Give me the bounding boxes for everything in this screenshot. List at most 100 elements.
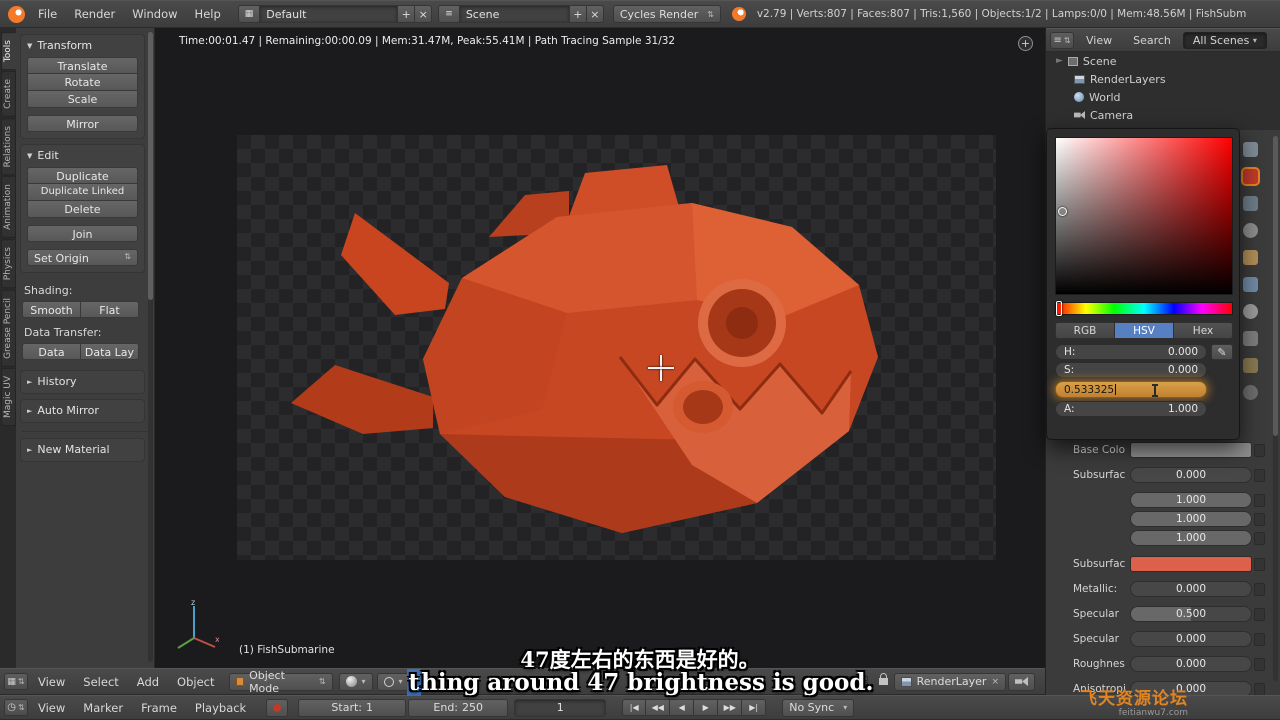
current-frame-field[interactable]: 1 [514,698,607,717]
properties-tab-render-icon[interactable] [1243,142,1258,157]
tab-relations[interactable]: Relations [1,118,16,176]
auto-keyframe-button[interactable] [266,698,289,717]
properties-tab-object-icon[interactable] [1243,250,1258,265]
fish-submarine-model[interactable] [237,135,996,560]
decorator-button[interactable] [1254,532,1265,545]
tab-tools[interactable]: Tools [1,32,16,71]
properties-tab-physics-icon[interactable] [1243,358,1258,373]
menu-frame[interactable]: Frame [133,696,185,719]
radius-y-slider[interactable]: 1.000 [1130,511,1252,527]
menu-playback[interactable]: Playback [187,696,254,719]
eyedropper-button[interactable]: ✎ [1211,344,1233,360]
menu-help[interactable]: Help [187,1,229,27]
scrollbar-thumb[interactable] [148,32,153,300]
properties-scrollbar[interactable] [1273,136,1278,681]
properties-tab-world-icon[interactable] [1243,223,1258,238]
set-origin-dropdown[interactable]: Set Origin ⇅ [27,249,138,266]
hue-slider[interactable]: H: 0.000 [1055,344,1207,360]
jump-to-end-button[interactable]: ▶| [742,698,767,716]
duplicate-linked-button[interactable]: Duplicate Linked [27,184,138,201]
properties-tab-constraints-icon[interactable] [1243,385,1258,400]
rotate-button[interactable]: Rotate [27,74,138,91]
play-button[interactable]: ▶ [694,698,719,716]
scene-name[interactable]: Scene [459,5,570,23]
subsurface-color-swatch[interactable] [1130,556,1252,572]
frame-start-field[interactable]: Start: 1 [298,698,407,717]
3d-viewport[interactable]: Time:00:01.47 | Remaining:00:00.09 | Mem… [155,28,1045,668]
add-layout-button[interactable]: + [398,5,416,23]
delete-button[interactable]: Delete [27,201,138,218]
menu-file[interactable]: File [30,1,65,27]
color-cursor-icon[interactable] [1058,206,1067,216]
data-transfer-layout-button[interactable]: Data Lay [81,343,139,360]
alpha-slider[interactable]: A: 1.000 [1055,401,1207,417]
auto-mirror-panel-header[interactable]: ► Auto Mirror [21,400,144,420]
tab-create[interactable]: Create [1,71,16,118]
radius-z-slider[interactable]: 1.000 [1130,530,1252,546]
decorator-button[interactable] [1254,558,1265,571]
menu-marker[interactable]: Marker [75,696,131,719]
decorator-button[interactable] [1254,513,1265,526]
decorator-button[interactable] [1254,583,1265,596]
play-reverse-button[interactable]: ◀ [670,698,695,716]
join-button[interactable]: Join [27,225,138,242]
menu-view[interactable]: View [30,696,73,719]
properties-tab-material-icon[interactable] [1243,169,1258,184]
specular-slider[interactable]: 0.500 [1130,606,1252,622]
saturation-value-square[interactable] [1055,137,1233,295]
timeline-editor-icon[interactable]: ◷ ⇅ [4,699,28,716]
hue-bar[interactable] [1055,301,1233,316]
edit-panel-header[interactable]: ▼ Edit [21,145,144,165]
properties-tab-particles-icon[interactable] [1243,331,1258,346]
tab-magic-uv[interactable]: Magic UV [1,367,16,426]
scrollbar-thumb[interactable] [1273,136,1278,436]
decorator-button[interactable] [1254,494,1265,507]
properties-region-expand-icon[interactable]: + [1018,36,1033,51]
data-transfer-data-button[interactable]: Data [22,343,81,360]
menu-window[interactable]: Window [124,1,185,27]
screen-layout-name[interactable]: Default [260,5,399,23]
sync-mode-select[interactable]: No Sync ▾ [782,698,855,717]
tab-rgb[interactable]: RGB [1055,322,1115,339]
next-keyframe-button[interactable]: ▶▶ [718,698,743,716]
subsurface-slider[interactable]: 0.000 [1130,467,1252,483]
outliner-row-renderlayers[interactable]: RenderLayers [1046,70,1280,88]
outliner-row-camera[interactable]: Camera [1046,106,1280,124]
menu-render[interactable]: Render [66,1,123,27]
mirror-button[interactable]: Mirror [27,115,138,132]
tab-hsv[interactable]: HSV [1115,322,1174,339]
outliner-editor-icon[interactable]: ≡ ⇅ [1050,31,1074,49]
add-scene-button[interactable]: + [569,5,587,23]
shade-flat-button[interactable]: Flat [81,301,139,318]
properties-tab-modifiers-icon[interactable] [1243,277,1258,292]
jump-to-start-button[interactable]: |◀ [622,698,647,716]
blender-logo-icon[interactable] [8,5,25,23]
previous-keyframe-button[interactable]: ◀◀ [646,698,671,716]
outliner-row-world[interactable]: World [1046,88,1280,106]
new-material-panel-header[interactable]: ► New Material [21,439,144,459]
radius-x-slider[interactable]: 1.000 [1130,492,1252,508]
decorator-button[interactable] [1254,444,1265,457]
tool-shelf-scrollbar[interactable] [148,32,153,662]
scale-button[interactable]: Scale [27,91,138,108]
tab-hex[interactable]: Hex [1174,322,1233,339]
frame-end-field[interactable]: End: 250 [408,698,509,717]
outliner-display-mode-select[interactable]: All Scenes ▾ [1182,31,1267,49]
duplicate-button[interactable]: Duplicate [27,167,138,184]
tab-physics[interactable]: Physics [1,239,16,289]
value-text-input[interactable]: 0.533325 [1055,381,1207,398]
shade-smooth-button[interactable]: Smooth [22,301,81,318]
decorator-button[interactable] [1254,608,1265,621]
tab-animation[interactable]: Animation [1,176,16,239]
outliner-row-scene[interactable]: ► Scene [1046,52,1280,70]
expand-icon[interactable]: ► [1056,56,1063,66]
saturation-slider[interactable]: S: 0.000 [1055,362,1207,378]
scene-icon[interactable]: ≡ [438,5,460,23]
properties-tab-texture-icon[interactable] [1243,304,1258,319]
outliner-search-menu[interactable]: Search [1124,32,1180,49]
outliner-view-menu[interactable]: View [1077,32,1121,49]
render-engine-select[interactable]: Cycles Render ⇅ [612,5,721,23]
properties-tab-camera-icon[interactable] [1243,196,1258,211]
tab-grease-pencil[interactable]: Grease Pencil [1,289,16,367]
decorator-button[interactable] [1254,469,1265,482]
